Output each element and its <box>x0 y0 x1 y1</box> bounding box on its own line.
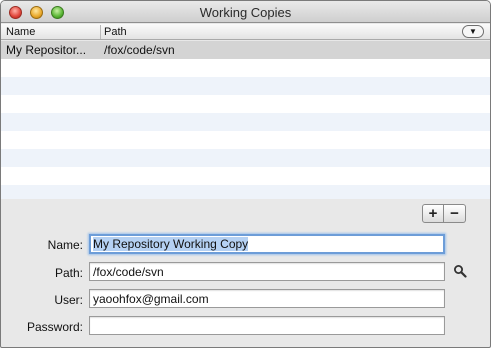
table-row[interactable]: My Repositor... /fox/code/svn <box>1 41 490 59</box>
path-field[interactable]: /fox/code/svn <box>89 262 445 281</box>
name-label: Name: <box>47 238 83 252</box>
column-header-name[interactable]: Name <box>6 26 35 38</box>
empty-row <box>1 131 490 149</box>
row-path-cell: /fox/code/svn <box>104 43 175 57</box>
remove-working-copy-button[interactable]: − <box>444 204 466 223</box>
user-field[interactable]: yaoohfox@gmail.com <box>89 289 445 308</box>
empty-row <box>1 149 490 167</box>
empty-row <box>1 59 490 77</box>
column-divider[interactable] <box>100 25 101 39</box>
password-label: Password: <box>26 320 83 334</box>
triangle-down-icon: ▼ <box>469 27 477 36</box>
empty-row <box>1 95 490 113</box>
password-field[interactable] <box>89 316 445 335</box>
working-copies-window: Working Copies Name Path ▼ My Repositor.… <box>0 0 491 348</box>
name-field[interactable]: My Repository Working Copy <box>89 234 445 254</box>
name-field-value: My Repository Working Copy <box>93 237 249 251</box>
title-bar[interactable]: Working Copies <box>1 1 490 23</box>
add-working-copy-button[interactable]: + <box>422 204 444 223</box>
empty-row <box>1 113 490 131</box>
user-label: User: <box>54 293 83 307</box>
user-field-value: yaoohfox@gmail.com <box>93 292 209 306</box>
add-remove-buttons: + − <box>422 204 467 223</box>
row-name-cell: My Repositor... <box>6 43 87 57</box>
window-title: Working Copies <box>199 5 292 20</box>
empty-row <box>1 77 490 95</box>
magnifier-icon[interactable] <box>453 264 467 278</box>
path-field-value: /fox/code/svn <box>93 265 164 279</box>
table-header: Name Path ▼ <box>1 24 490 40</box>
empty-row <box>1 185 490 199</box>
working-copies-table[interactable]: My Repositor... /fox/code/svn <box>1 41 490 199</box>
empty-row <box>1 167 490 185</box>
path-label: Path: <box>54 266 83 280</box>
column-menu-button[interactable]: ▼ <box>462 25 484 38</box>
column-header-path[interactable]: Path <box>104 26 127 38</box>
